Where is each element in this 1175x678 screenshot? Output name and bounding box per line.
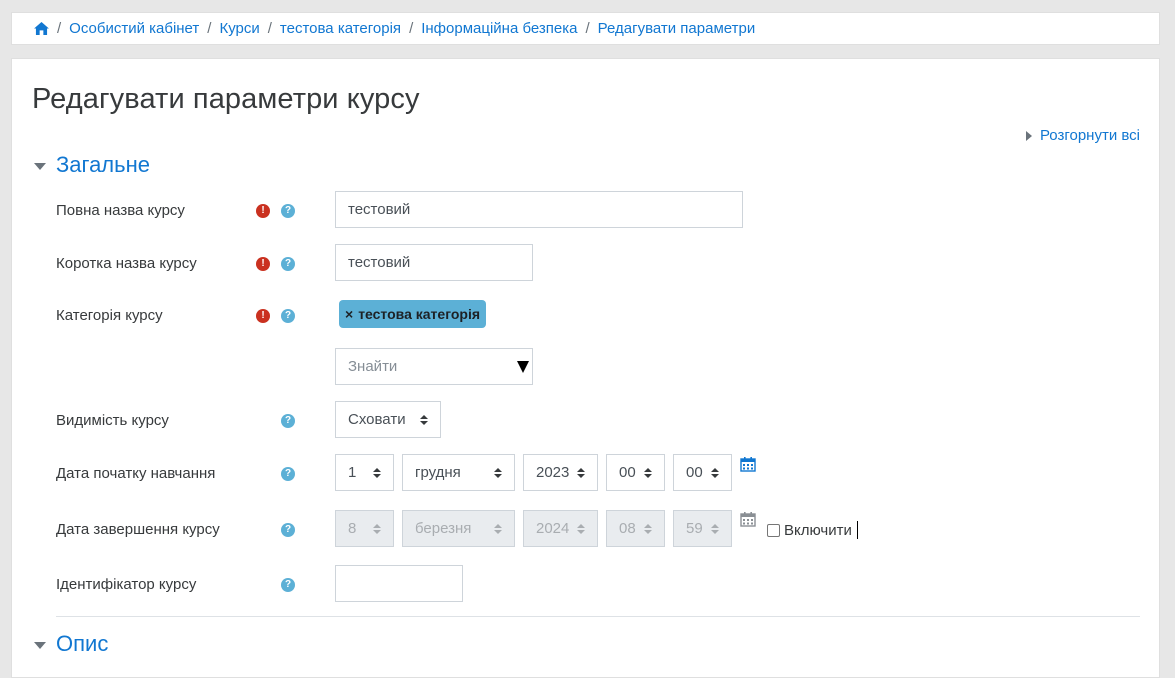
question-circle-icon[interactable]: ? <box>281 204 295 218</box>
fullname-label: Повна назва курсу <box>56 202 185 219</box>
select-arrows-icon <box>494 523 502 534</box>
page-title: Редагувати параметри курсу <box>32 83 420 115</box>
text-cursor <box>856 521 858 539</box>
select-arrows-icon <box>711 467 719 478</box>
startdate-label: Дата початку навчання <box>56 465 216 482</box>
shortname-input[interactable]: тестовий <box>335 244 533 281</box>
startdate-year-value: 2023 <box>536 464 570 481</box>
select-arrows-icon <box>373 523 381 534</box>
question-circle-icon[interactable]: ? <box>281 578 295 592</box>
startdate-day-value: 1 <box>348 464 357 481</box>
question-circle-icon[interactable]: ? <box>281 309 295 323</box>
section-general-title: Загальне <box>56 152 150 177</box>
field-row-enddate: Дата завершення курсу ? 8 березня 2024 0… <box>12 510 1159 547</box>
remove-icon[interactable]: × <box>345 306 353 322</box>
breadcrumb: / Особистий кабінет / Курси / тестова ка… <box>11 12 1160 45</box>
enddate-enable-label: Включити <box>784 521 852 539</box>
category-label: Категорія курсу <box>56 307 163 324</box>
select-arrows-icon <box>577 523 586 534</box>
field-row-category: Категорія курсу ! ? × тестова категорія … <box>12 299 1159 389</box>
breadcrumb-item-category[interactable]: тестова категорія <box>280 20 401 37</box>
breadcrumb-item-courses[interactable]: Курси <box>219 20 259 37</box>
question-circle-icon[interactable]: ? <box>281 257 295 271</box>
breadcrumb-item-course[interactable]: Інформаційна безпека <box>421 20 577 37</box>
visibility-value: Сховати <box>348 411 406 428</box>
exclamation-circle-icon: ! <box>256 204 270 218</box>
exclamation-circle-icon: ! <box>256 257 270 271</box>
caret-right-icon <box>1025 130 1032 141</box>
category-selected-badge[interactable]: × тестова категорія <box>339 300 486 328</box>
select-arrows-icon <box>644 467 652 478</box>
calendar-icon[interactable] <box>740 457 756 472</box>
select-arrows-icon <box>420 414 428 425</box>
enddate-minute-value: 59 <box>686 520 703 537</box>
enddate-year-value: 2024 <box>536 520 570 537</box>
breadcrumb-separator: / <box>409 20 414 37</box>
startdate-minute-select[interactable]: 00 <box>673 454 732 491</box>
section-description-title: Опис <box>56 631 109 656</box>
select-arrows-icon <box>494 467 502 478</box>
startdate-day-select[interactable]: 1 <box>335 454 394 491</box>
startdate-year-select[interactable]: 2023 <box>523 454 598 491</box>
field-row-idnumber: Ідентифікатор курсу ? <box>12 565 1159 602</box>
startdate-month-select[interactable]: грудня <box>402 454 515 491</box>
enddate-month-select: березня <box>402 510 515 547</box>
shortname-label: Коротка назва курсу <box>56 255 197 272</box>
exclamation-circle-icon: ! <box>256 309 270 323</box>
field-row-fullname: Повна назва курсу ! ? тестовий <box>12 191 1159 228</box>
caret-down-icon <box>34 162 46 170</box>
idnumber-input[interactable] <box>335 565 463 602</box>
breadcrumb-separator: / <box>267 20 272 37</box>
field-row-visibility: Видимість курсу ? Сховати <box>12 401 1159 438</box>
home-icon[interactable] <box>34 22 49 35</box>
breadcrumb-separator: / <box>207 20 212 37</box>
expand-all-link[interactable]: Розгорнути всі <box>1025 127 1140 144</box>
section-general-toggle[interactable]: Загальне <box>34 152 150 178</box>
select-arrows-icon <box>644 523 652 534</box>
breadcrumb-separator: / <box>57 20 62 37</box>
caret-down-icon <box>34 641 46 649</box>
category-search-dropdown[interactable]: Знайти <box>335 348 533 385</box>
main-content: Редагувати параметри курсу Розгорнути вс… <box>11 58 1160 678</box>
startdate-hour-select[interactable]: 00 <box>606 454 665 491</box>
calendar-icon <box>740 512 756 527</box>
field-row-shortname: Коротка назва курсу ! ? тестовий <box>12 244 1159 281</box>
category-search-placeholder: Знайти <box>348 358 398 375</box>
question-circle-icon[interactable]: ? <box>281 467 295 481</box>
startdate-month-value: грудня <box>415 464 461 481</box>
startdate-minute-value: 00 <box>686 464 703 481</box>
expand-all-label: Розгорнути всі <box>1039 127 1140 144</box>
question-circle-icon[interactable]: ? <box>281 523 295 537</box>
enddate-enable-checkbox[interactable] <box>767 523 780 537</box>
dropdown-arrow-icon[interactable] <box>517 360 529 373</box>
enddate-minute-select: 59 <box>673 510 732 547</box>
select-arrows-icon <box>577 467 586 478</box>
question-circle-icon[interactable]: ? <box>281 414 295 428</box>
enddate-month-value: березня <box>415 520 472 537</box>
enddate-enable-toggle[interactable]: Включити <box>767 521 858 539</box>
startdate-hour-value: 00 <box>619 464 636 481</box>
fullname-input[interactable]: тестовий <box>335 191 743 228</box>
idnumber-label: Ідентифікатор курсу <box>56 576 197 593</box>
visibility-label: Видимість курсу <box>56 412 169 429</box>
category-selected-label: тестова категорія <box>358 306 480 322</box>
section-divider <box>56 616 1140 617</box>
enddate-hour-value: 08 <box>619 520 636 537</box>
section-description-toggle[interactable]: Опис <box>34 631 108 657</box>
visibility-select[interactable]: Сховати <box>335 401 441 438</box>
enddate-label: Дата завершення курсу <box>56 521 220 538</box>
enddate-year-select: 2024 <box>523 510 598 547</box>
enddate-day-select: 8 <box>335 510 394 547</box>
select-arrows-icon <box>711 523 719 534</box>
breadcrumb-separator: / <box>585 20 590 37</box>
enddate-day-value: 8 <box>348 520 357 537</box>
breadcrumb-item-edit-settings[interactable]: Редагувати параметри <box>598 20 756 37</box>
enddate-hour-select: 08 <box>606 510 665 547</box>
breadcrumb-item-dashboard[interactable]: Особистий кабінет <box>69 20 199 37</box>
select-arrows-icon <box>373 467 381 478</box>
field-row-startdate: Дата початку навчання ? 1 грудня 2023 00… <box>12 454 1159 491</box>
